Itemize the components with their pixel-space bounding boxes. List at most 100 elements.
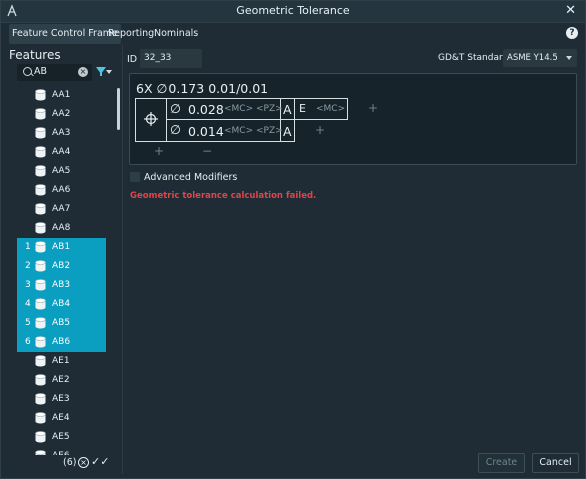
advanced-modifiers-checkbox[interactable] — [130, 172, 140, 182]
cylinder-feature-icon — [35, 184, 46, 196]
tolerance-value-row2: 0.014 — [188, 124, 224, 139]
fcf-count: 6X — [136, 81, 153, 96]
error-message: Geometric tolerance calculation failed. — [130, 191, 317, 201]
mc-modifier-row2[interactable]: <MC> — [224, 126, 253, 136]
feature-label: AB1 — [52, 242, 71, 252]
cylinder-feature-icon — [35, 298, 46, 310]
clear-search-icon[interactable]: × — [78, 67, 88, 77]
feature-list-item[interactable]: 4 AB4 — [17, 295, 106, 314]
feature-list-item[interactable]: AE4 — [17, 409, 106, 428]
feature-label: AA6 — [52, 185, 71, 195]
feature-list-item[interactable]: AA1 — [17, 86, 106, 105]
feature-selection-number: 4 — [25, 299, 31, 309]
feature-list-item[interactable]: AA5 — [17, 162, 106, 181]
cylinder-feature-icon — [35, 146, 46, 158]
id-input[interactable]: 32_33 — [140, 49, 202, 68]
feature-list-item[interactable]: AA7 — [17, 200, 106, 219]
feature-list-item[interactable]: AE3 — [17, 390, 106, 409]
mc-modifier-row1[interactable]: <MC> — [224, 104, 253, 114]
add-datum-row1-button[interactable]: + — [368, 101, 378, 115]
cylinder-feature-icon — [35, 355, 46, 367]
chevron-down-icon — [566, 56, 572, 60]
position-symbol-cell[interactable] — [135, 98, 167, 142]
feature-list-item[interactable]: 2 AB2 — [17, 257, 106, 276]
datum-e-mc-modifier[interactable]: <MC> — [316, 104, 345, 114]
sidebar-divider — [122, 44, 123, 474]
tolerance-value-row1: 0.028 — [188, 102, 224, 117]
add-segment-button[interactable]: + — [154, 144, 164, 158]
select-all-icon[interactable]: ✓✓ — [91, 455, 109, 468]
cylinder-feature-icon — [35, 317, 46, 329]
tab-bar: Feature Control Frame Reporting Nominals — [0, 24, 584, 44]
cancel-button[interactable]: Cancel — [532, 453, 579, 473]
search-value: AB — [34, 66, 48, 77]
help-icon[interactable]: ? — [566, 27, 578, 39]
cylinder-feature-icon — [35, 165, 46, 177]
feature-list-item[interactable]: 5 AB5 — [17, 314, 106, 333]
feature-list-item[interactable]: 3 AB3 — [17, 276, 106, 295]
create-button[interactable]: Create — [478, 453, 525, 473]
feature-list-item[interactable]: AA4 — [17, 143, 106, 162]
feature-label: AA3 — [52, 128, 71, 138]
cylinder-feature-icon — [35, 222, 46, 234]
filter-icon-stem — [100, 72, 102, 76]
pz-modifier-row1[interactable]: <PZ> — [256, 104, 283, 114]
feature-label: AE6 — [52, 451, 70, 455]
search-icon — [23, 67, 32, 76]
cylinder-feature-icon — [35, 450, 46, 455]
feature-label: AB5 — [52, 318, 71, 328]
cylinder-feature-icon — [35, 374, 46, 386]
advanced-modifiers-label[interactable]: Advanced Modifiers — [144, 172, 237, 183]
feature-list-item[interactable]: AE2 — [17, 371, 106, 390]
feature-label: AE5 — [52, 432, 70, 442]
remove-segment-button[interactable]: − — [202, 144, 212, 158]
clear-selection-icon[interactable]: × — [78, 457, 89, 468]
diameter-icon: ∅ — [156, 81, 168, 96]
pz-modifier-row2[interactable]: <PZ> — [256, 126, 283, 136]
feature-label: AE1 — [52, 356, 70, 366]
feature-label: AE3 — [52, 394, 70, 404]
feature-list-item[interactable]: AE5 — [17, 428, 106, 447]
feature-label: AB6 — [52, 337, 71, 347]
feature-list-item[interactable]: AA2 — [17, 105, 106, 124]
cylinder-feature-icon — [35, 127, 46, 139]
feature-label: AB3 — [52, 280, 71, 290]
feature-selection-number: 2 — [25, 261, 31, 271]
feature-label: AA7 — [52, 204, 71, 214]
cylinder-feature-icon — [35, 431, 46, 443]
feature-label: AB4 — [52, 299, 71, 309]
feature-selection-number: 1 — [25, 242, 31, 252]
cylinder-feature-icon — [35, 260, 46, 272]
feature-label: AA5 — [52, 166, 71, 176]
filter-dropdown-caret-icon[interactable] — [106, 70, 112, 74]
feature-label: AB2 — [52, 261, 71, 271]
feature-list-item[interactable]: AA8 — [17, 219, 106, 238]
feature-list-scrollbar[interactable] — [117, 88, 120, 130]
cylinder-feature-icon — [35, 336, 46, 348]
feature-list-item[interactable]: 1 AB1 — [17, 238, 106, 257]
gdt-standard-value: ASME Y14.5 — [507, 53, 558, 63]
feature-list-item[interactable]: AE6 — [17, 447, 106, 455]
feature-search-input[interactable]: AB × — [17, 64, 92, 81]
add-datum-row2-button[interactable]: + — [315, 123, 325, 137]
close-icon[interactable]: ✕ — [565, 3, 576, 18]
feature-list: AA1 AA2 AA3 AA4 AA5 AA6 AA7 AA8 1 AB1 2 AB2 3 AB3 4 AB4… — [17, 86, 107, 455]
tab-nominals[interactable]: Nominals — [151, 24, 201, 44]
gdt-standard-select[interactable]: ASME Y14.5 — [503, 49, 577, 67]
diameter-icon: ∅ — [170, 101, 181, 116]
datum-e-row1: E — [299, 102, 306, 115]
feature-selection-number: 5 — [25, 318, 31, 328]
feature-list-item[interactable]: AE1 — [17, 352, 106, 371]
feature-list-item[interactable]: AA3 — [17, 124, 106, 143]
cylinder-feature-icon — [35, 412, 46, 424]
tab-reporting[interactable]: Reporting — [105, 24, 157, 44]
fcf-size: 0.173 — [168, 81, 205, 96]
feature-list-item[interactable]: 6 AB6 — [17, 333, 106, 352]
window-title: Geometric Tolerance — [236, 4, 350, 17]
selected-count: (6) — [63, 457, 77, 468]
feature-list-item[interactable]: AA6 — [17, 181, 106, 200]
fcf-size-header[interactable]: 6X ∅0.173 0.01/0.01 — [136, 81, 272, 96]
id-label: ID — [127, 54, 138, 65]
cylinder-feature-icon — [35, 393, 46, 405]
datum-a-row1: A — [283, 102, 292, 117]
